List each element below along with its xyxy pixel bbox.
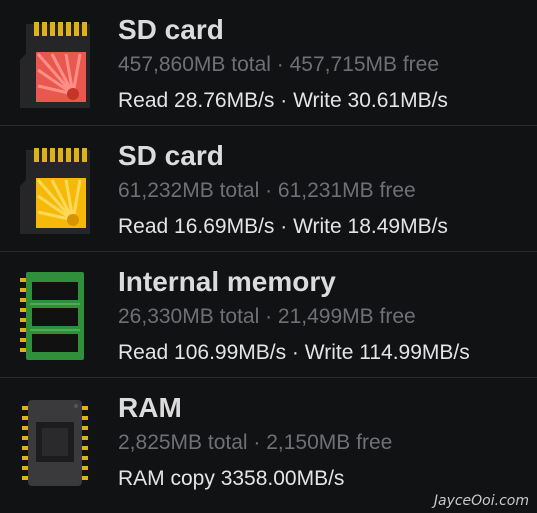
- sd-card-red-icon: [18, 14, 90, 112]
- storage-item-internal-memory[interactable]: Internal memory 26,330MB total · 21,499M…: [0, 252, 537, 378]
- storage-speed: Read 16.69MB/s · Write 18.49MB/s: [118, 215, 448, 238]
- storage-title: Internal memory: [118, 266, 336, 297]
- memory-chip-icon: [18, 266, 90, 364]
- storage-item-ram[interactable]: RAM 2,825MB total · 2,150MB free RAM cop…: [0, 378, 537, 504]
- storage-title: RAM: [118, 392, 182, 423]
- storage-sizes: 61,232MB total · 61,231MB free: [118, 179, 416, 202]
- storage-item-sd-card-1[interactable]: SD card 457,860MB total · 457,715MB free…: [0, 0, 537, 126]
- storage-speed: RAM copy 3358.00MB/s: [118, 467, 345, 490]
- storage-speed: Read 28.76MB/s · Write 30.61MB/s: [118, 89, 448, 112]
- ram-chip-icon: [18, 392, 90, 490]
- storage-sizes: 457,860MB total · 457,715MB free: [118, 53, 440, 76]
- storage-sizes: 26,330MB total · 21,499MB free: [118, 305, 416, 328]
- storage-sizes: 2,825MB total · 2,150MB free: [118, 431, 393, 454]
- watermark: JayceOoi.com: [433, 493, 529, 509]
- storage-list: SD card 457,860MB total · 457,715MB free…: [0, 0, 537, 504]
- storage-title: SD card: [118, 140, 224, 171]
- storage-title: SD card: [118, 14, 224, 45]
- storage-item-sd-card-2[interactable]: SD card 61,232MB total · 61,231MB free R…: [0, 126, 537, 252]
- sd-card-yellow-icon: [18, 140, 90, 238]
- storage-speed: Read 106.99MB/s · Write 114.99MB/s: [118, 341, 470, 364]
